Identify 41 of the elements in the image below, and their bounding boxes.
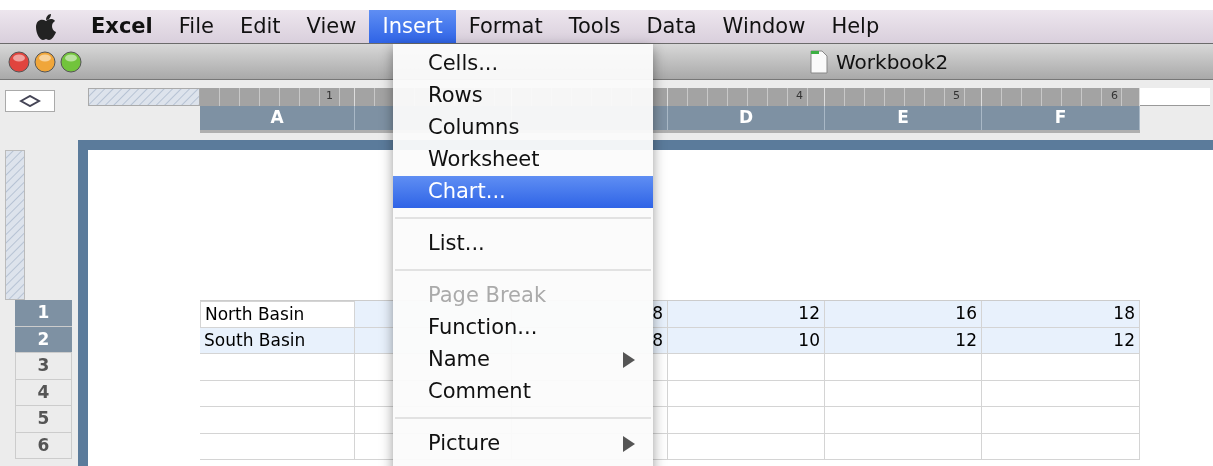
menu-item[interactable]: Picture (393, 428, 653, 460)
select-all-button[interactable] (5, 90, 55, 112)
menu-item[interactable]: Rows (393, 80, 653, 112)
table-cell: 18 (982, 301, 1140, 328)
menu-bar-item[interactable]: Help (818, 10, 893, 43)
table-cell: 12 (668, 301, 825, 328)
menu-item[interactable]: Cells... (393, 48, 653, 80)
app-menu[interactable]: Excel (78, 10, 166, 43)
menu-bar-item[interactable]: Data (633, 10, 710, 43)
menu-bar-item[interactable]: Format (455, 10, 556, 43)
submenu-arrow-icon (623, 352, 635, 368)
row-header[interactable]: 6 (15, 432, 72, 459)
zoom-button[interactable] (60, 50, 82, 73)
menu-item[interactable]: Worksheet (393, 144, 653, 176)
diamond-icon (19, 95, 41, 107)
menu-bar-item[interactable]: File (165, 10, 227, 43)
row-header[interactable]: 4 (15, 379, 72, 406)
close-button[interactable] (8, 50, 30, 73)
menu-bar-item[interactable]: View (293, 10, 370, 43)
table-cell: 12 (825, 327, 982, 354)
menu-item[interactable]: Chart... (393, 176, 653, 208)
menu-item[interactable]: Comment (393, 376, 653, 408)
table-cell: 12 (982, 327, 1140, 354)
table-cell: 16 (825, 301, 982, 328)
window-title: Workbook2 (836, 48, 949, 76)
row-header[interactable]: 3 (15, 353, 72, 380)
menu-item[interactable]: List... (393, 228, 653, 260)
document-icon (810, 49, 828, 74)
apple-icon[interactable] (34, 12, 58, 41)
menu-item[interactable]: Columns (393, 112, 653, 144)
minimize-button[interactable] (34, 50, 56, 73)
menu-bar-item[interactable]: Insert (369, 10, 456, 43)
menu-bar-item[interactable]: Edit (226, 10, 294, 43)
row-header[interactable]: 5 (15, 406, 72, 433)
menu-bar-item[interactable]: Tools (555, 10, 634, 43)
menu-item[interactable]: Name (393, 344, 653, 376)
submenu-arrow-icon (623, 436, 635, 452)
table-cell: 10 (668, 327, 825, 354)
menu-bar-item[interactable]: Window (709, 10, 819, 43)
table-cell: North Basin (200, 301, 355, 328)
table-cell: South Basin (200, 327, 355, 354)
